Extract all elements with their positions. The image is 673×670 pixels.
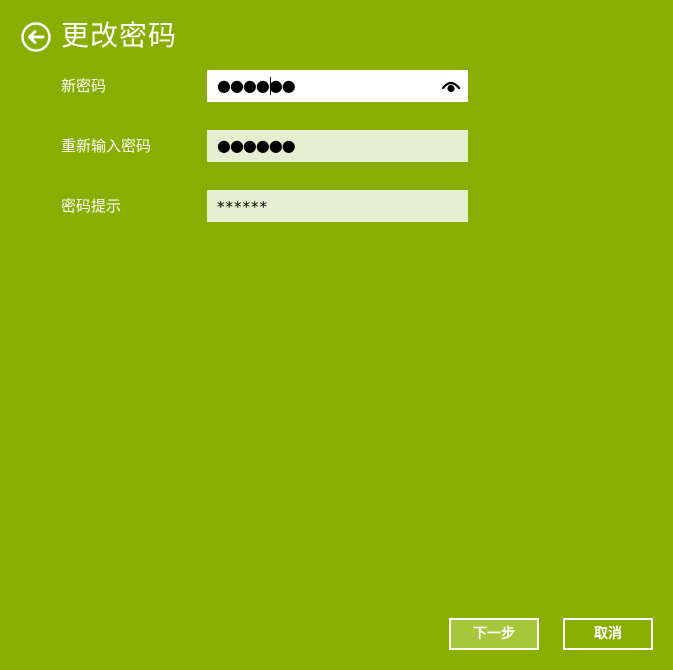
page-title: 更改密码 xyxy=(61,19,178,52)
password-hint-field[interactable]: ****** xyxy=(207,190,468,222)
password-hint-label: 密码提示 xyxy=(61,197,122,215)
password-hint-value: ****** xyxy=(217,198,268,216)
next-button[interactable]: 下一步 xyxy=(449,618,539,650)
eye-icon[interactable] xyxy=(442,79,460,93)
back-button[interactable] xyxy=(21,22,51,52)
text-caret xyxy=(270,77,271,95)
new-password-value: ●●●●●● xyxy=(217,76,296,95)
new-password-label: 新密码 xyxy=(61,77,107,95)
new-password-field[interactable]: ●●●●●● xyxy=(207,70,468,102)
cancel-button[interactable]: 取消 xyxy=(563,618,653,650)
confirm-password-value: ●●●●●● xyxy=(217,136,296,155)
confirm-password-label: 重新输入密码 xyxy=(61,137,152,155)
confirm-password-field[interactable]: ●●●●●● xyxy=(207,130,468,162)
arrow-left-circle-icon xyxy=(21,22,51,52)
